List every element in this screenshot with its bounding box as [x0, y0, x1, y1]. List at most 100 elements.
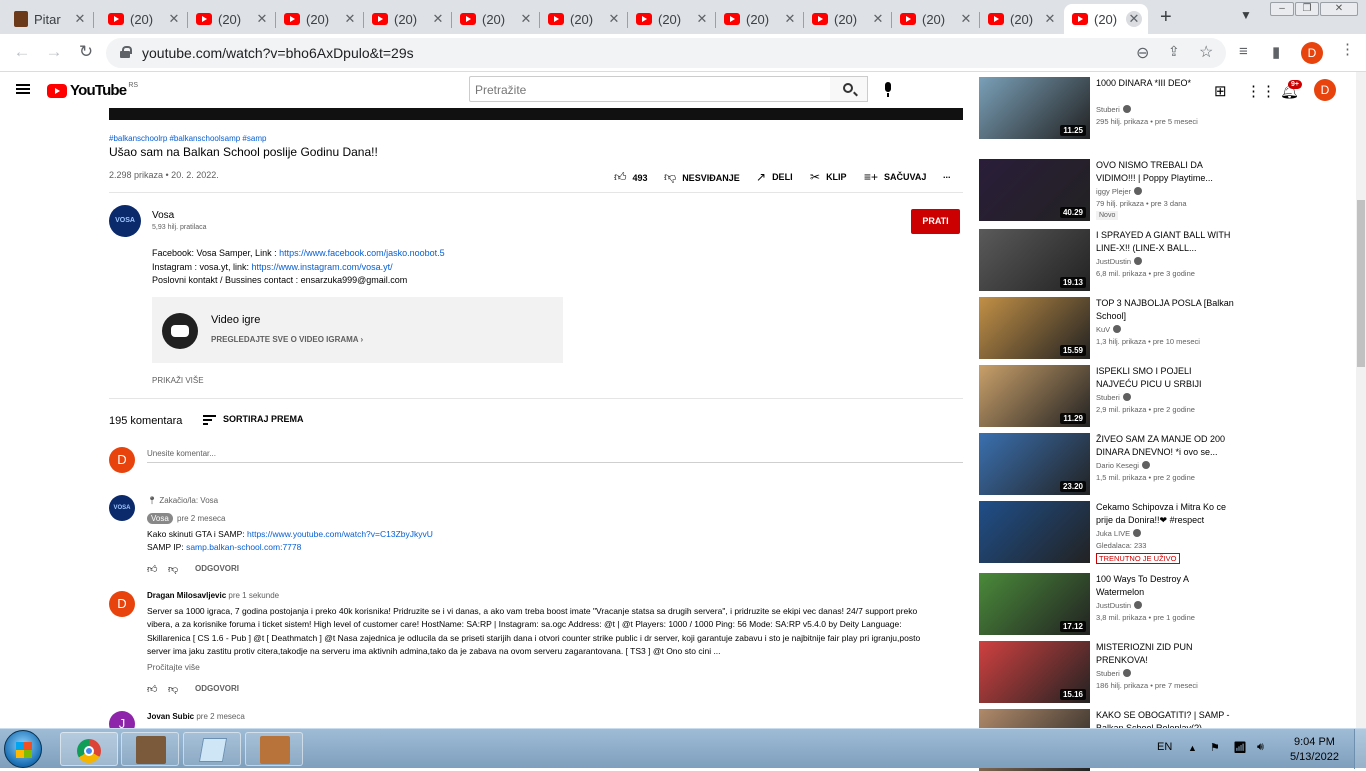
youtube-logo[interactable]: YouTube RS	[47, 82, 138, 99]
youtube-avatar[interactable]: D	[1314, 79, 1336, 101]
browser-tab-active[interactable]: (20) ✕	[1064, 4, 1148, 34]
comment-link[interactable]: samp.balkan-school.com:7778	[186, 542, 301, 552]
recommended-video-title[interactable]: 100 Ways To Destroy A Watermelon	[1096, 573, 1236, 599]
browser-tab[interactable]: (20) ✕	[892, 4, 980, 34]
video-thumbnail[interactable]: 40.29	[979, 159, 1090, 221]
tab-search-icon[interactable]: ▼	[1240, 8, 1252, 22]
notepad-taskbar-item[interactable]	[183, 732, 241, 766]
comment-author[interactable]: Dragan Milosavljevic pre 1 sekunde	[147, 591, 279, 600]
browser-tab[interactable]: (20) ✕	[452, 4, 540, 34]
chrome-taskbar-item[interactable]	[60, 732, 118, 766]
browser-tab[interactable]: Pitar ✕	[14, 4, 94, 34]
recommended-video[interactable]: Cekamo Schipovza i Mitra Ko ce prije da …	[979, 501, 1239, 564]
subscribe-button[interactable]: PRATI	[911, 209, 960, 234]
browser-tab[interactable]: (20) ✕	[188, 4, 276, 34]
video-thumbnail[interactable]: 11.29	[979, 365, 1090, 427]
comment-input[interactable]: Unesite komentar...	[147, 449, 963, 463]
close-tab-icon[interactable]: ✕	[342, 11, 358, 27]
comment-dislike-icon[interactable]: 👎︎	[168, 563, 178, 575]
volume-icon[interactable]: 🔊︎	[1257, 741, 1264, 754]
recommended-video-title[interactable]: TOP 3 NAJBOLJA POSLA [Balkan School]	[1096, 297, 1236, 323]
reload-icon[interactable]: ↻	[75, 42, 97, 62]
close-tab-icon[interactable]: ✕	[166, 11, 182, 27]
browser-tab[interactable]: (20) ✕	[716, 4, 804, 34]
clip-button[interactable]: ✂ KLIP	[810, 170, 847, 184]
channel-name[interactable]: Vosa	[152, 210, 174, 221]
recommended-video-title[interactable]: Cekamo Schipovza i Mitra Ko ce prije da …	[1096, 501, 1236, 527]
facebook-link[interactable]: https://www.facebook.com/jasko.noobot.5	[279, 248, 445, 258]
comment-avatar[interactable]: D	[109, 591, 135, 617]
comment-dislike-icon[interactable]: 👎︎	[168, 683, 178, 695]
recommended-video-channel[interactable]: JustDustin	[1096, 257, 1143, 266]
like-button[interactable]: 👍︎ 493	[614, 170, 648, 185]
search-button[interactable]	[830, 76, 868, 102]
restore-window-icon[interactable]: ❐	[1295, 2, 1319, 16]
more-actions-button[interactable]: ...	[943, 170, 951, 180]
instagram-link[interactable]: https://www.instagram.com/vosa.yt/	[252, 262, 393, 272]
browser-tab[interactable]: (20) ✕	[364, 4, 452, 34]
recommended-video[interactable]: 40.29 OVO NISMO TREBALI DA VIDIMO!!! | Po…	[979, 159, 1239, 221]
side-panel-icon[interactable]: ▮	[1272, 43, 1280, 61]
share-icon[interactable]: ⇪	[1168, 43, 1180, 60]
system-clock[interactable]: 9:04 PM 5/13/2022	[1290, 735, 1339, 765]
game-taskbar-item[interactable]	[121, 732, 179, 766]
minimize-window-icon[interactable]: –	[1270, 2, 1294, 16]
recommended-video-title[interactable]: MISTERIOZNI ZID PUN PRENKOVA!	[1096, 641, 1236, 667]
share-button[interactable]: ↗ DELI	[756, 170, 793, 184]
game-card[interactable]: Video igre PREGLEDAJTE SVE O VIDEO IGRAM…	[152, 297, 563, 363]
comment-like-icon[interactable]: 👍︎	[147, 683, 157, 695]
recommended-video-title[interactable]: 1000 DINARA *III DEO*	[1096, 77, 1236, 90]
game-card-link[interactable]: PREGLEDAJTE SVE O VIDEO IGRAMA ›	[211, 335, 363, 344]
recommended-video-title[interactable]: OVO NISMO TREBALI DA VIDIMO!!! | Poppy P…	[1096, 159, 1236, 185]
comment-author-badge[interactable]: Vosa	[147, 513, 173, 524]
recommended-video-channel[interactable]: JustDustin	[1096, 601, 1143, 610]
video-thumbnail[interactable]: 17.12	[979, 573, 1090, 635]
search-input[interactable]: Pretražite	[469, 76, 831, 102]
page-scrollbar[interactable]	[1356, 72, 1366, 728]
channel-avatar[interactable]: VOSA	[109, 205, 141, 237]
browser-tab[interactable]: (20) ✕	[804, 4, 892, 34]
recommended-video[interactable]: 19.13 I SPRAYED A GIANT BALL WITH LINE-X!…	[979, 229, 1239, 291]
recommended-video-channel[interactable]: iggy Plejer	[1096, 187, 1143, 196]
comment-like-icon[interactable]: 👍︎	[147, 563, 157, 575]
video-thumbnail[interactable]: 11.25	[979, 77, 1090, 139]
close-tab-icon[interactable]: ✕	[870, 11, 886, 27]
video-thumbnail[interactable]: 19.13	[979, 229, 1090, 291]
scrollbar-thumb[interactable]	[1357, 200, 1365, 367]
recommended-video-title[interactable]: ISPEKLI SMO I POJELI NAJVEĆU PICU U SRBI…	[1096, 365, 1236, 391]
show-desktop-button[interactable]	[1354, 729, 1366, 769]
recommended-video[interactable]: 23.20 ŽIVEO SAM ZA MANJE OD 200 DINARA DN…	[979, 433, 1239, 495]
apps-grid-icon[interactable]: ⋮⋮	[1246, 82, 1276, 100]
url-text[interactable]: youtube.com/watch?v=bho6AxDpulo&t=29s	[142, 45, 414, 61]
recommended-video-channel[interactable]: Stuberi	[1096, 669, 1131, 678]
browser-tab[interactable]: (20) ✕	[628, 4, 716, 34]
media-control-icon[interactable]: ≡	[1239, 43, 1248, 60]
hamburger-menu-icon[interactable]	[16, 84, 30, 94]
video-hashtags[interactable]: #balkanschoolrp #balkanschoolsamp #samp	[109, 134, 266, 143]
show-more-button[interactable]: PRIKAŽI VIŠE	[152, 376, 204, 385]
recommended-video-title[interactable]: ŽIVEO SAM ZA MANJE OD 200 DINARA DNEVNO!…	[1096, 433, 1236, 459]
sort-icon[interactable]	[203, 415, 216, 425]
recommended-video[interactable]: 11.25 1000 DINARA *III DEO* Stuberi 295 hil…	[979, 77, 1239, 139]
close-tab-icon[interactable]: ✕	[958, 11, 974, 27]
comment-link[interactable]: https://www.youtube.com/watch?v=C13ZbyJk…	[247, 529, 433, 539]
sort-comments-button[interactable]: SORTIRAJ PREMA	[223, 414, 304, 424]
close-tab-icon[interactable]: ✕	[782, 11, 798, 27]
close-window-icon[interactable]: ✕	[1320, 2, 1358, 16]
action-center-icon[interactable]: ⚑	[1210, 741, 1220, 754]
recommended-video-channel[interactable]: Stuberi	[1096, 105, 1131, 114]
windows-start-button[interactable]	[4, 730, 42, 768]
close-tab-icon[interactable]: ✕	[694, 11, 710, 27]
video-player-controls[interactable]	[109, 108, 963, 120]
back-arrow-icon[interactable]: ←	[11, 42, 33, 62]
read-more-link[interactable]: Pročitajte više	[147, 661, 200, 674]
show-hidden-icons-icon[interactable]: ▲	[1188, 743, 1197, 753]
new-tab-icon[interactable]: +	[1160, 6, 1172, 29]
save-button[interactable]: ≡+ SAČUVAJ	[864, 170, 926, 184]
bookmark-star-icon[interactable]: ☆	[1199, 42, 1213, 62]
close-tab-icon[interactable]: ✕	[518, 11, 534, 27]
video-thumbnail[interactable]: 15.16	[979, 641, 1090, 703]
forward-arrow-icon[interactable]: →	[43, 42, 65, 62]
samp-taskbar-item[interactable]	[245, 732, 303, 766]
address-bar[interactable]: youtube.com/watch?v=bho6AxDpulo&t=29s ⊖ …	[106, 38, 1226, 68]
